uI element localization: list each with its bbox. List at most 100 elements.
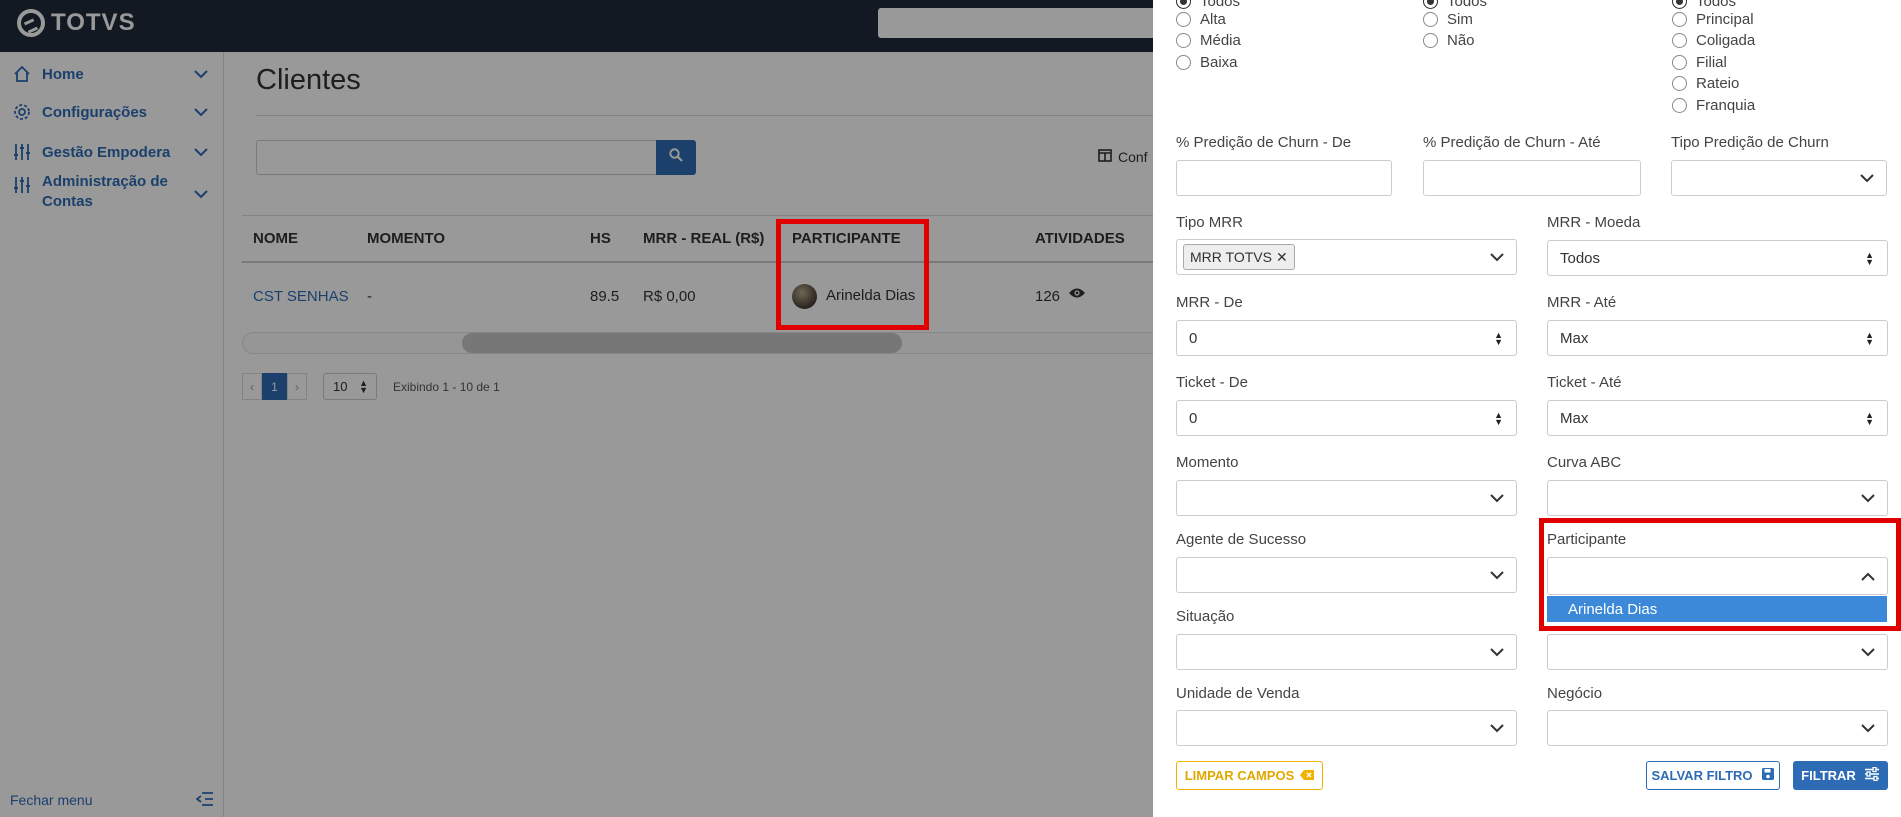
radio-circle (1423, 0, 1438, 9)
save-filter-button[interactable]: SALVAR FILTRO (1646, 761, 1780, 790)
situacao-label: Situação (1176, 608, 1235, 625)
chevron-down-icon (1490, 249, 1504, 266)
selected-tag: MRR TOTVS ✕ (1183, 244, 1295, 270)
ticket-ate-value: Max (1560, 409, 1589, 427)
radio-circle (1672, 33, 1687, 48)
radio-tipo-principal[interactable]: Principal (1672, 11, 1754, 28)
radio-label: Todos (1200, 0, 1241, 10)
tipo-churn-select[interactable] (1671, 160, 1887, 196)
radio-circle (1672, 98, 1687, 113)
ticket-ate-label: Ticket - Até (1547, 374, 1622, 391)
sort-arrows-icon: ▲ ▼ (1865, 250, 1874, 267)
radio-prioridade-alta[interactable]: Alta (1176, 11, 1226, 28)
radio-tipo-rateio[interactable]: Rateio (1672, 75, 1739, 92)
mrr-moeda-value: Todos (1560, 249, 1601, 267)
unidade-select[interactable] (1176, 710, 1517, 746)
highlight-box (1539, 518, 1901, 631)
negocio-select[interactable] (1547, 710, 1888, 746)
mrr-de-value: 0 (1189, 329, 1198, 347)
chevron-down-icon (1861, 720, 1875, 737)
momento-label: Momento (1176, 454, 1239, 471)
radio-circle (1176, 33, 1191, 48)
mrr-ate-label: MRR - Até (1547, 294, 1617, 311)
radio-circle (1423, 12, 1438, 27)
apply-filter-label: FILTRAR (1801, 768, 1856, 783)
curva-abc-select[interactable] (1547, 480, 1888, 516)
radio-tipo-todos[interactable]: Todos (1672, 0, 1736, 10)
momento-select[interactable] (1176, 480, 1517, 516)
radio-prioridade-todos[interactable]: Todos (1176, 0, 1240, 10)
radio-label: Baixa (1200, 54, 1238, 71)
ticket-ate-select[interactable]: Max ▲ ▼ (1547, 400, 1888, 436)
radio-tipo-franquia[interactable]: Franquia (1672, 97, 1755, 114)
chevron-down-icon (1490, 644, 1504, 661)
chevron-down-icon (1861, 490, 1875, 507)
save-icon (1761, 767, 1775, 784)
radio-circle (1423, 33, 1438, 48)
sort-arrows-icon: ▲ ▼ (1494, 330, 1503, 347)
ticket-de-label: Ticket - De (1176, 374, 1248, 391)
chevron-down-icon (1490, 720, 1504, 737)
radio-label: Todos (1696, 0, 1737, 10)
sort-arrows-icon: ▲ ▼ (1865, 410, 1874, 427)
ticket-de-value: 0 (1189, 409, 1198, 427)
radio-circle (1672, 76, 1687, 91)
ticket-de-select[interactable]: 0 ▲ ▼ (1176, 400, 1517, 436)
chevron-down-icon (1490, 567, 1504, 584)
churn-ate-label: % Predição de Churn - Até (1423, 134, 1601, 151)
save-filter-label: SALVAR FILTRO (1651, 768, 1753, 783)
radio-label: Filial (1696, 54, 1727, 71)
sort-arrows-icon: ▲ ▼ (1494, 410, 1503, 427)
filter-select[interactable] (1547, 634, 1888, 670)
radio-label: Coligada (1696, 32, 1756, 49)
unidade-label: Unidade de Venda (1176, 685, 1300, 702)
modal-backdrop[interactable] (0, 0, 1153, 817)
radio-group2-sim[interactable]: Sim (1423, 11, 1473, 28)
radio-tipo-filial[interactable]: Filial (1672, 54, 1727, 71)
situacao-select[interactable] (1176, 634, 1517, 670)
radio-tipo-coligada[interactable]: Coligada (1672, 32, 1755, 49)
radio-circle (1176, 12, 1191, 27)
mrr-de-label: MRR - De (1176, 294, 1243, 311)
backspace-icon (1300, 768, 1315, 783)
chevron-down-icon (1860, 170, 1874, 187)
radio-group2-todos[interactable]: Todos (1423, 0, 1487, 10)
tipo-churn-label: Tipo Predição de Churn (1671, 134, 1829, 151)
chevron-down-icon (1861, 644, 1875, 661)
radio-label: Sim (1447, 11, 1473, 28)
churn-de-input[interactable] (1176, 160, 1392, 196)
tipo-mrr-select[interactable]: MRR TOTVS ✕ (1176, 239, 1517, 275)
chevron-down-icon (1490, 490, 1504, 507)
radio-label: Franquia (1696, 97, 1756, 114)
radio-prioridade-media[interactable]: Média (1176, 32, 1241, 49)
highlight-box (776, 219, 929, 330)
churn-ate-input[interactable] (1423, 160, 1641, 196)
agente-label: Agente de Sucesso (1176, 531, 1307, 548)
radio-label: Principal (1696, 11, 1754, 28)
radio-label: Rateio (1696, 75, 1740, 92)
filter-sliders-icon (1864, 766, 1880, 784)
mrr-moeda-label: MRR - Moeda (1547, 214, 1641, 231)
radio-label: Alta (1200, 11, 1226, 28)
mrr-moeda-select[interactable]: Todos ▲ ▼ (1547, 240, 1888, 276)
radio-label: Não (1447, 32, 1475, 49)
radio-circle (1672, 0, 1687, 9)
radio-circle (1672, 12, 1687, 27)
remove-tag-icon[interactable]: ✕ (1276, 249, 1288, 266)
tag-label: MRR TOTVS (1190, 249, 1272, 265)
mrr-ate-select[interactable]: Max ▲ ▼ (1547, 320, 1888, 356)
radio-prioridade-baixa[interactable]: Baixa (1176, 54, 1238, 71)
apply-filter-button[interactable]: FILTRAR (1793, 761, 1888, 790)
agente-select[interactable] (1176, 557, 1517, 593)
radio-group2-nao[interactable]: Não (1423, 32, 1475, 49)
radio-circle (1176, 55, 1191, 70)
mrr-de-select[interactable]: 0 ▲ ▼ (1176, 320, 1517, 356)
clear-fields-button[interactable]: LIMPAR CAMPOS (1176, 761, 1323, 790)
negocio-label: Negócio (1547, 685, 1603, 702)
mrr-ate-value: Max (1560, 329, 1589, 347)
sort-arrows-icon: ▲ ▼ (1865, 330, 1874, 347)
clear-fields-label: LIMPAR CAMPOS (1184, 768, 1295, 783)
radio-circle (1176, 0, 1191, 9)
radio-label: Média (1200, 32, 1241, 49)
churn-de-label: % Predição de Churn - De (1176, 134, 1352, 151)
